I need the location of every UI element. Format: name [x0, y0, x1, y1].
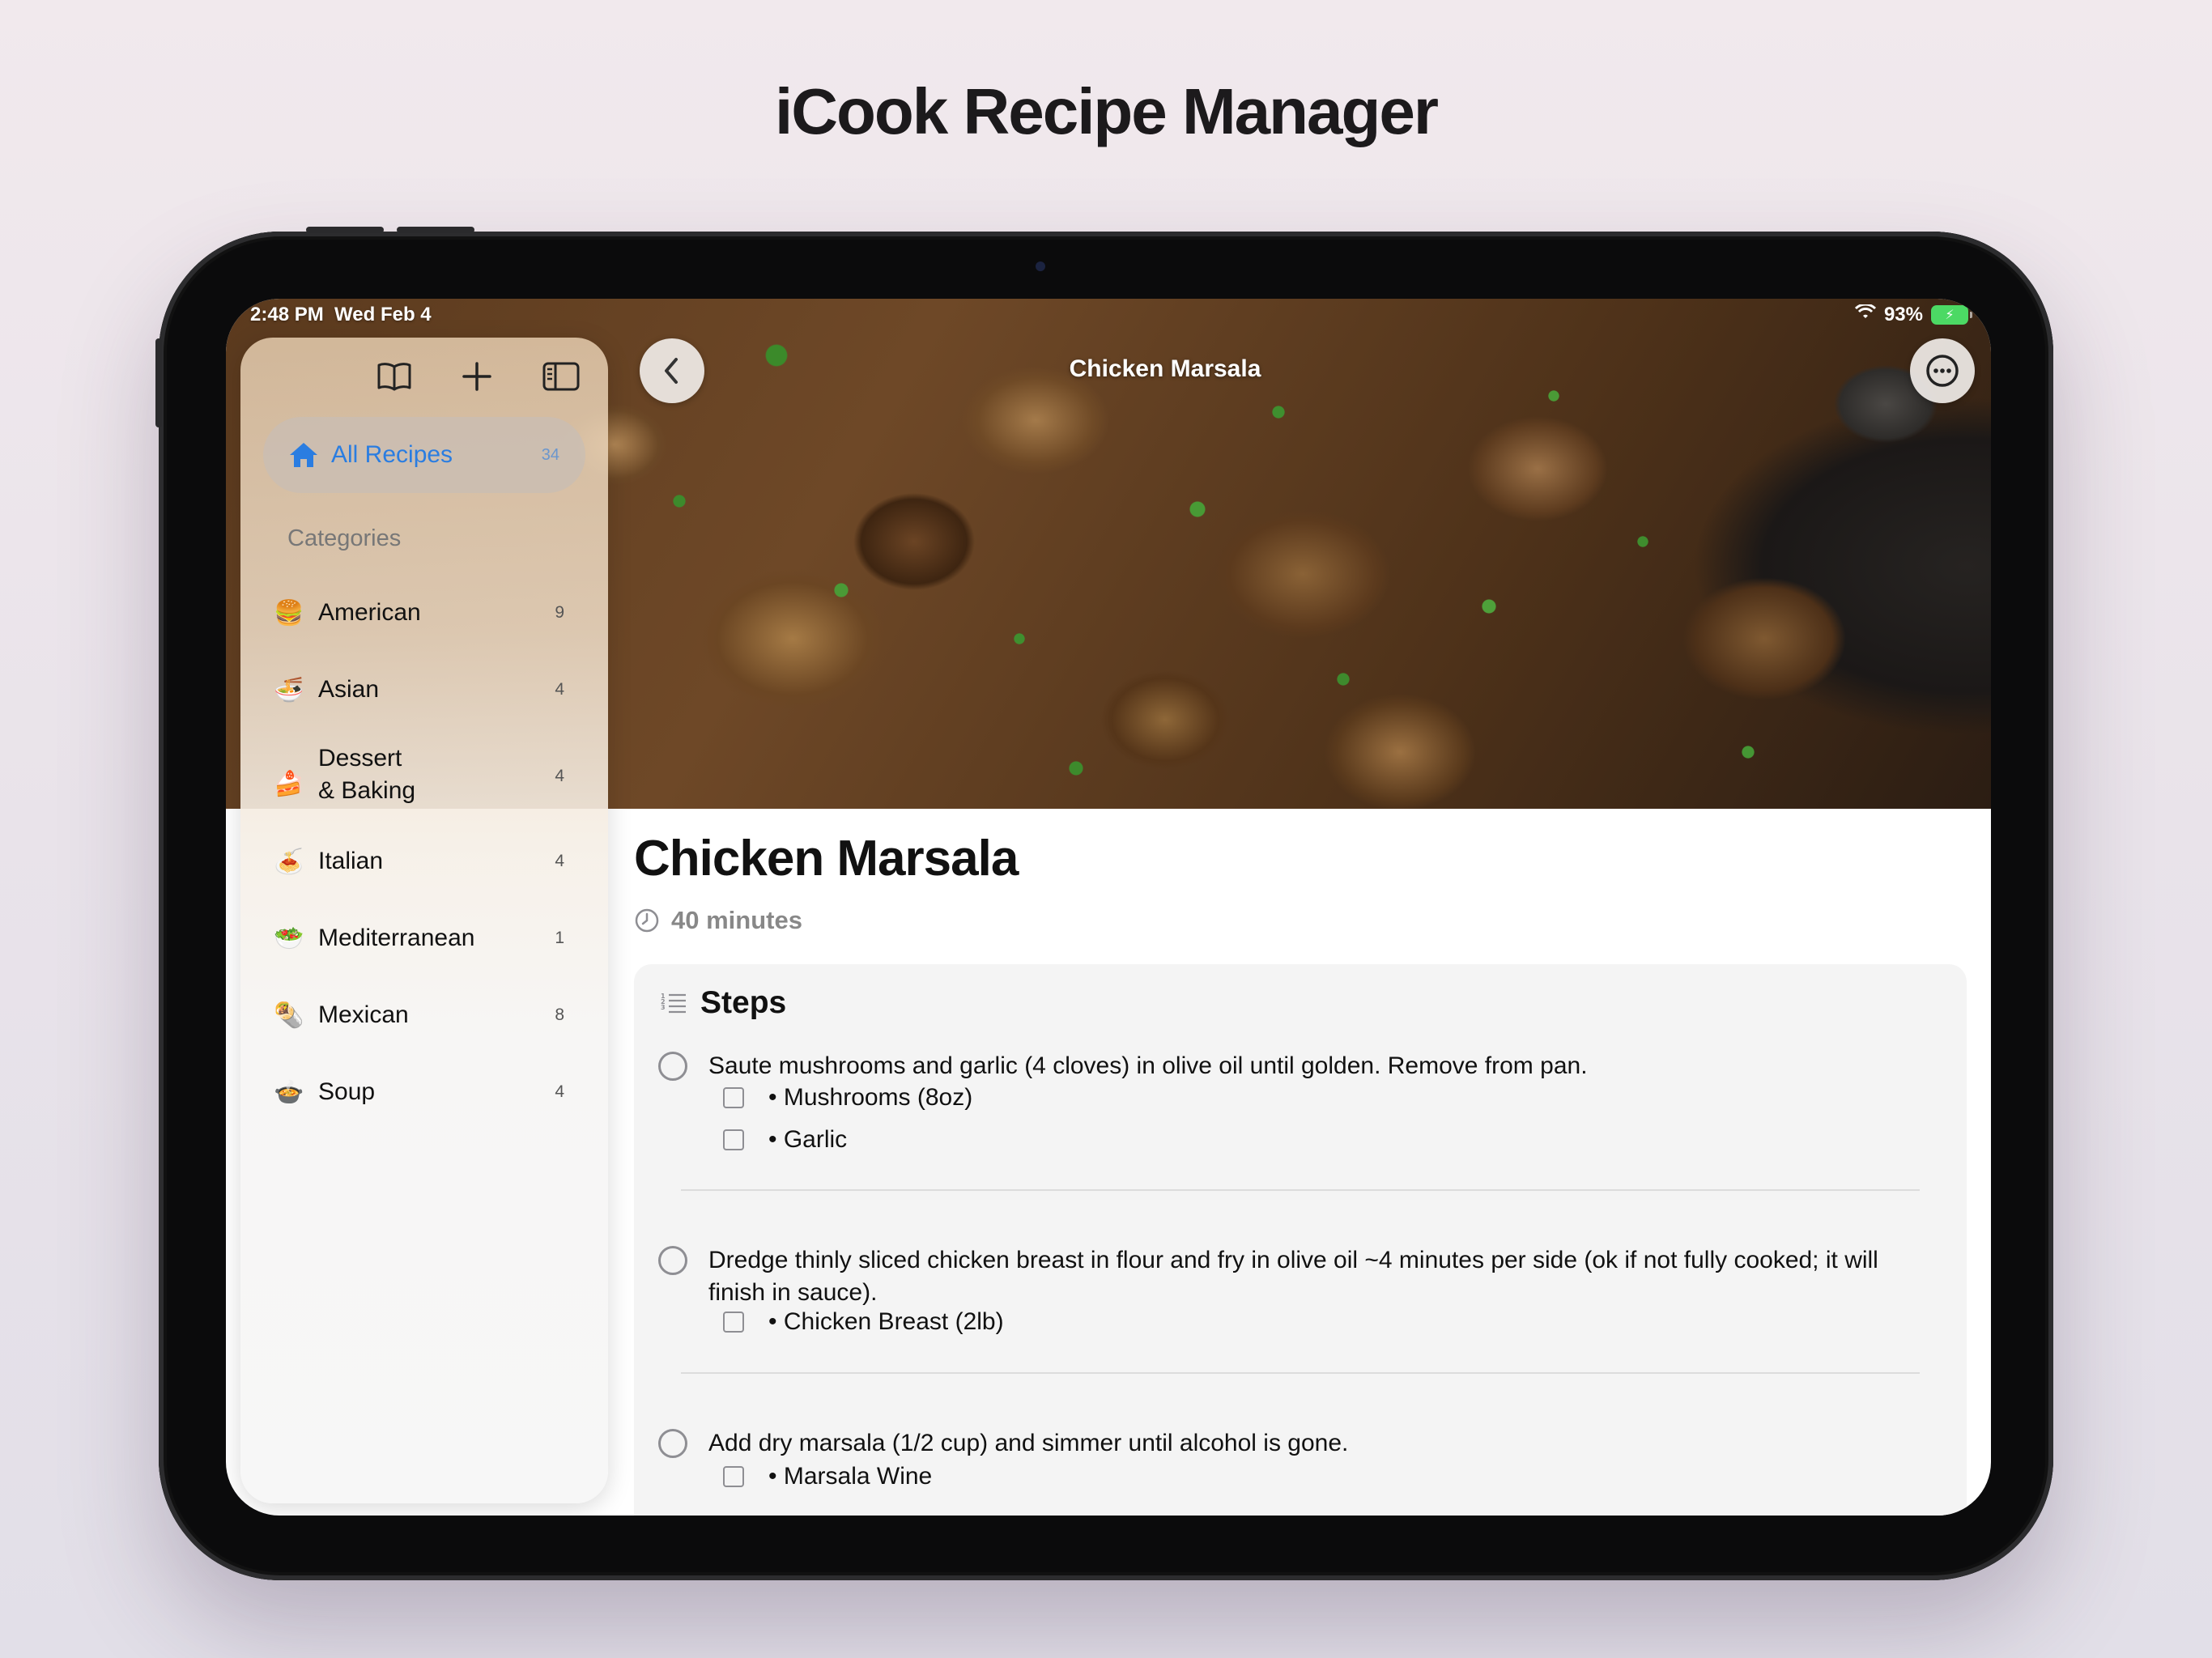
- recipe-book-button[interactable]: [372, 354, 417, 399]
- book-icon: [377, 363, 411, 391]
- steps-card: 123 Steps Saute mushrooms and garlic (4 …: [634, 964, 1967, 1516]
- category-count: 1: [555, 929, 564, 947]
- plus-icon: [462, 362, 491, 391]
- sidebar-item-mediterranean[interactable]: 🥗 Mediterranean 1: [273, 922, 581, 954]
- category-name: Mexican: [318, 1001, 409, 1028]
- wifi-icon: [1854, 303, 1877, 325]
- ingredient-item: • Mushrooms (8oz): [723, 1084, 972, 1112]
- back-button[interactable]: [640, 338, 704, 403]
- all-recipes-item[interactable]: All Recipes 34: [263, 417, 585, 493]
- cook-time-label: 40 minutes: [671, 906, 802, 934]
- category-name: Dessert & Baking: [318, 745, 416, 804]
- status-bar-right: 93% ⚡: [1854, 303, 1972, 326]
- app-screen: 2:48 PM Wed Feb 4 93% ⚡ Chicken Marsala: [226, 299, 1991, 1516]
- category-name: Italian: [318, 848, 384, 874]
- ingredient-checkbox[interactable]: [723, 1129, 744, 1150]
- ingredient-text: • Mushrooms (8oz): [768, 1084, 973, 1111]
- cook-time: 40 minutes: [634, 906, 802, 935]
- recipe-title: Chicken Marsala: [634, 831, 1019, 886]
- sidebar-item-mexican[interactable]: 🌯 Mexican 8: [273, 999, 581, 1031]
- ellipsis-circle-icon: [1926, 355, 1959, 387]
- ingredient-text: • Marsala Wine: [768, 1463, 933, 1490]
- noodle-bowl-icon: 🍜: [274, 676, 304, 704]
- category-count: 9: [555, 603, 564, 622]
- cake-icon: 🍰: [274, 770, 304, 797]
- add-recipe-button[interactable]: [454, 354, 500, 399]
- steps-header: 123 Steps: [660, 985, 786, 1021]
- toggle-sidebar-button[interactable]: [538, 354, 584, 399]
- spaghetti-icon: 🍝: [274, 848, 304, 875]
- ingredient-checkbox[interactable]: [723, 1312, 744, 1333]
- ingredient-checkbox[interactable]: [723, 1466, 744, 1487]
- all-recipes-count: 34: [541, 445, 559, 464]
- category-name: Mediterranean: [318, 925, 475, 951]
- ingredient-item: • Garlic: [723, 1126, 847, 1154]
- svg-text:3: 3: [661, 1004, 666, 1011]
- sidebar-toolbar: [240, 351, 608, 399]
- step-divider: [681, 1189, 1920, 1191]
- page-title: iCook Recipe Manager: [774, 75, 1439, 147]
- side-button: [155, 338, 162, 427]
- sidebar-item-asian[interactable]: 🍜 Asian 4: [273, 674, 581, 706]
- step-text: Saute mushrooms and garlic (4 cloves) in…: [708, 1052, 1588, 1079]
- soup-bowl-icon: 🍲: [274, 1078, 304, 1106]
- category-name: American: [318, 599, 421, 626]
- salad-icon: 🥗: [274, 925, 304, 952]
- category-name: Soup: [318, 1078, 376, 1105]
- category-count: 4: [555, 767, 564, 785]
- nav-title: Chicken Marsala: [1069, 355, 1261, 382]
- ingredient-item: • Chicken Breast (2lb): [723, 1308, 1004, 1336]
- step-complete-toggle[interactable]: [658, 1246, 687, 1275]
- burrito-icon: 🌯: [274, 1001, 304, 1029]
- sidebar-item-italian[interactable]: 🍝 Italian 4: [273, 845, 581, 878]
- category-count: 8: [555, 1005, 564, 1024]
- step-text: Dredge thinly sliced chicken breast in f…: [708, 1247, 1878, 1306]
- category-count: 4: [555, 680, 564, 699]
- ingredient-text: • Garlic: [768, 1126, 848, 1153]
- more-options-button[interactable]: [1910, 338, 1975, 403]
- sidebar-item-american[interactable]: 🍔 American 9: [273, 597, 581, 629]
- step-complete-toggle[interactable]: [658, 1429, 687, 1458]
- categories-header: Categories: [287, 525, 402, 551]
- battery-percent: 93%: [1883, 304, 1923, 325]
- battery-charging-icon: ⚡: [1931, 305, 1972, 325]
- category-count: 4: [555, 852, 564, 870]
- front-camera: [1036, 261, 1045, 271]
- sidebar-icon: [542, 362, 580, 391]
- ingredient-item: • Marsala Wine: [723, 1463, 932, 1490]
- chevron-left-icon: [665, 358, 678, 384]
- step-text: Add dry marsala (1/2 cup) and simmer unt…: [708, 1430, 1349, 1456]
- sidebar-item-soup[interactable]: 🍲 Soup 4: [273, 1076, 581, 1108]
- step-complete-toggle[interactable]: [658, 1052, 687, 1081]
- top-button-1: [306, 227, 384, 233]
- list-icon: 123: [661, 993, 686, 1014]
- all-recipes-label: All Recipes: [331, 441, 453, 468]
- top-button-2: [397, 227, 474, 233]
- clock-icon: [635, 908, 659, 933]
- sidebar: All Recipes 34 Categories 🍔 American 9 🍜…: [240, 338, 608, 1503]
- burger-icon: 🍔: [274, 599, 304, 627]
- step-divider: [681, 1372, 1920, 1374]
- steps-title: Steps: [700, 985, 787, 1020]
- status-bar-time: 2:48 PM Wed Feb 4: [250, 304, 432, 325]
- ingredient-checkbox[interactable]: [723, 1087, 744, 1108]
- sidebar-item-dessert-baking[interactable]: 🍰 Dessert & Baking 4: [273, 742, 581, 807]
- category-count: 4: [555, 1082, 564, 1101]
- category-name: Asian: [318, 676, 380, 703]
- house-icon: [290, 443, 317, 467]
- ingredient-text: • Chicken Breast (2lb): [768, 1308, 1004, 1335]
